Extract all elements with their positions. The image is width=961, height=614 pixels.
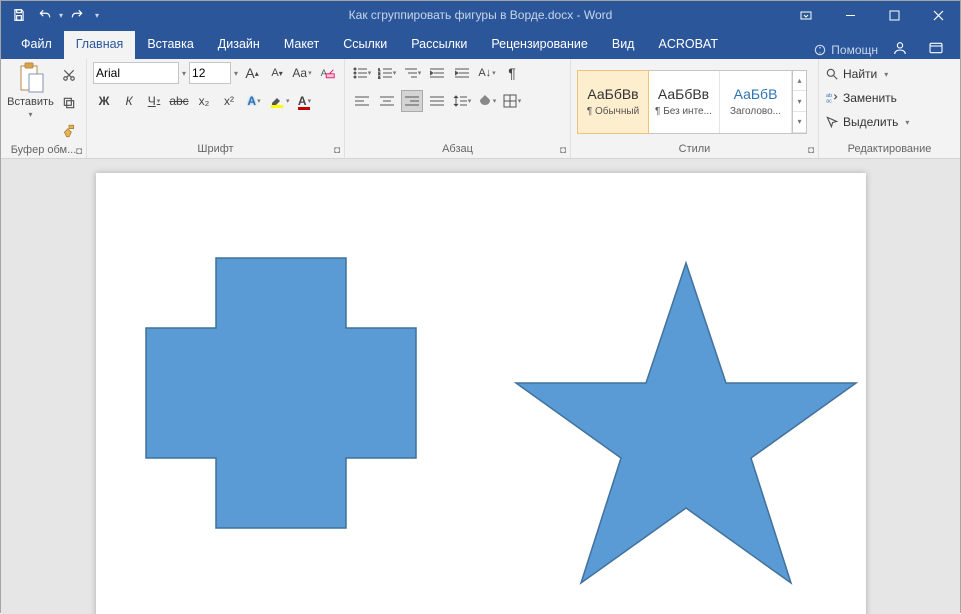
tab-layout[interactable]: Макет <box>272 31 331 59</box>
svg-text:3: 3 <box>378 75 381 79</box>
close-button[interactable] <box>916 1 960 29</box>
maximize-button[interactable] <box>872 1 916 29</box>
document-area[interactable] <box>1 159 960 614</box>
clipboard-launcher[interactable]: ◘ <box>76 146 82 157</box>
numbering-button[interactable]: 123 <box>376 62 398 84</box>
underline-button[interactable]: Ч <box>143 90 165 112</box>
styles-gallery[interactable]: АаБбВв ¶ Обычный АаБбВв ¶ Без инте... Аа… <box>577 70 807 134</box>
undo-button[interactable] <box>33 3 57 27</box>
multilevel-list-button[interactable] <box>401 62 423 84</box>
ribbon: Вставить ▾ Буфер обм...◘ ▾ ▾ A▴ A▾ <box>1 59 960 159</box>
font-color-button[interactable]: A <box>294 90 316 112</box>
find-button[interactable]: Найти▾ <box>825 64 909 84</box>
italic-button[interactable]: К <box>118 90 140 112</box>
grow-font-button[interactable]: A▴ <box>241 62 263 84</box>
tell-me-search[interactable]: Помощн <box>813 43 878 57</box>
align-center-button[interactable] <box>376 90 398 112</box>
shrink-font-button[interactable]: A▾ <box>266 62 288 84</box>
gallery-up[interactable]: ▴ <box>793 71 806 92</box>
group-paragraph: 123 A↓ ¶ Абзац◘ <box>345 59 571 158</box>
bullets-button[interactable] <box>351 62 373 84</box>
subscript-button[interactable]: x₂ <box>193 90 215 112</box>
svg-text:ab: ab <box>826 93 832 99</box>
tab-insert[interactable]: Вставка <box>135 31 205 59</box>
tab-file[interactable]: Файл <box>9 31 64 59</box>
show-marks-button[interactable]: ¶ <box>501 62 523 84</box>
title-bar: ▾ ▾ Как сгруппировать фигуры в Ворде.doc… <box>1 1 960 29</box>
group-clipboard: Вставить ▾ Буфер обм...◘ <box>1 59 87 158</box>
shape-cross[interactable] <box>146 258 416 528</box>
cut-button[interactable] <box>58 64 80 86</box>
styles-launcher[interactable]: ◘ <box>808 145 814 156</box>
tab-acrobat[interactable]: ACROBAT <box>646 31 730 59</box>
style-heading1[interactable]: АаБбВ⁠ Заголово... <box>720 71 792 133</box>
copy-button[interactable] <box>58 92 80 114</box>
highlight-button[interactable] <box>268 90 291 112</box>
justify-button[interactable] <box>426 90 448 112</box>
quick-access-toolbar: ▾ ▾ <box>1 3 99 27</box>
window-controls <box>784 1 960 29</box>
line-spacing-button[interactable] <box>451 90 473 112</box>
font-launcher[interactable]: ◘ <box>334 145 340 156</box>
gallery-down[interactable]: ▾ <box>793 91 806 112</box>
paragraph-launcher[interactable]: ◘ <box>560 145 566 156</box>
format-painter-button[interactable] <box>58 120 80 142</box>
tab-home[interactable]: Главная <box>64 31 136 59</box>
shading-button[interactable] <box>476 90 498 112</box>
tab-design[interactable]: Дизайн <box>206 31 272 59</box>
window-title: Как сгруппировать фигуры в Ворде.docx - … <box>349 8 613 22</box>
bold-button[interactable]: Ж <box>93 90 115 112</box>
select-button[interactable]: Выделить▾ <box>825 112 909 132</box>
decrease-indent-button[interactable] <box>426 62 448 84</box>
align-right-button[interactable] <box>401 90 423 112</box>
ribbon-tabs: Файл Главная Вставка Дизайн Макет Ссылки… <box>1 29 960 59</box>
tab-review[interactable]: Рецензирование <box>479 31 600 59</box>
font-size-combo[interactable] <box>189 62 231 84</box>
tab-references[interactable]: Ссылки <box>331 31 399 59</box>
borders-button[interactable] <box>501 90 523 112</box>
clear-formatting-button[interactable]: A <box>316 62 338 84</box>
font-name-combo[interactable] <box>93 62 179 84</box>
superscript-button[interactable]: x² <box>218 90 240 112</box>
style-normal[interactable]: АаБбВв ¶ Обычный <box>577 70 649 134</box>
group-editing: Найти▾ abac Заменить Выделить▾ Редактиро… <box>819 59 960 158</box>
shape-star[interactable] <box>516 263 856 583</box>
page[interactable] <box>96 173 866 614</box>
strikethrough-button[interactable]: abc <box>168 90 190 112</box>
text-effects-button[interactable]: A <box>243 90 265 112</box>
sort-button[interactable]: A↓ <box>476 62 498 84</box>
share-button[interactable] <box>922 40 950 59</box>
replace-button[interactable]: abac Заменить <box>825 88 909 108</box>
save-button[interactable] <box>7 3 31 27</box>
group-font: ▾ ▾ A▴ A▾ Aa A Ж К Ч abc x₂ x² A <box>87 59 345 158</box>
align-left-button[interactable] <box>351 90 373 112</box>
account-icon[interactable] <box>886 40 914 59</box>
svg-text:ac: ac <box>826 99 832 105</box>
gallery-more[interactable]: ▾ <box>793 112 806 133</box>
paste-button[interactable]: Вставить ▾ <box>7 62 54 119</box>
minimize-button[interactable] <box>828 1 872 29</box>
ribbon-display-button[interactable] <box>784 1 828 29</box>
style-no-spacing[interactable]: АаБбВв ¶ Без инте... <box>648 71 720 133</box>
tab-view[interactable]: Вид <box>600 31 647 59</box>
increase-indent-button[interactable] <box>451 62 473 84</box>
change-case-button[interactable]: Aa <box>291 62 313 84</box>
group-styles: АаБбВв ¶ Обычный АаБбВв ¶ Без инте... Аа… <box>571 59 819 158</box>
redo-button[interactable] <box>65 3 89 27</box>
tab-mailings[interactable]: Рассылки <box>399 31 479 59</box>
